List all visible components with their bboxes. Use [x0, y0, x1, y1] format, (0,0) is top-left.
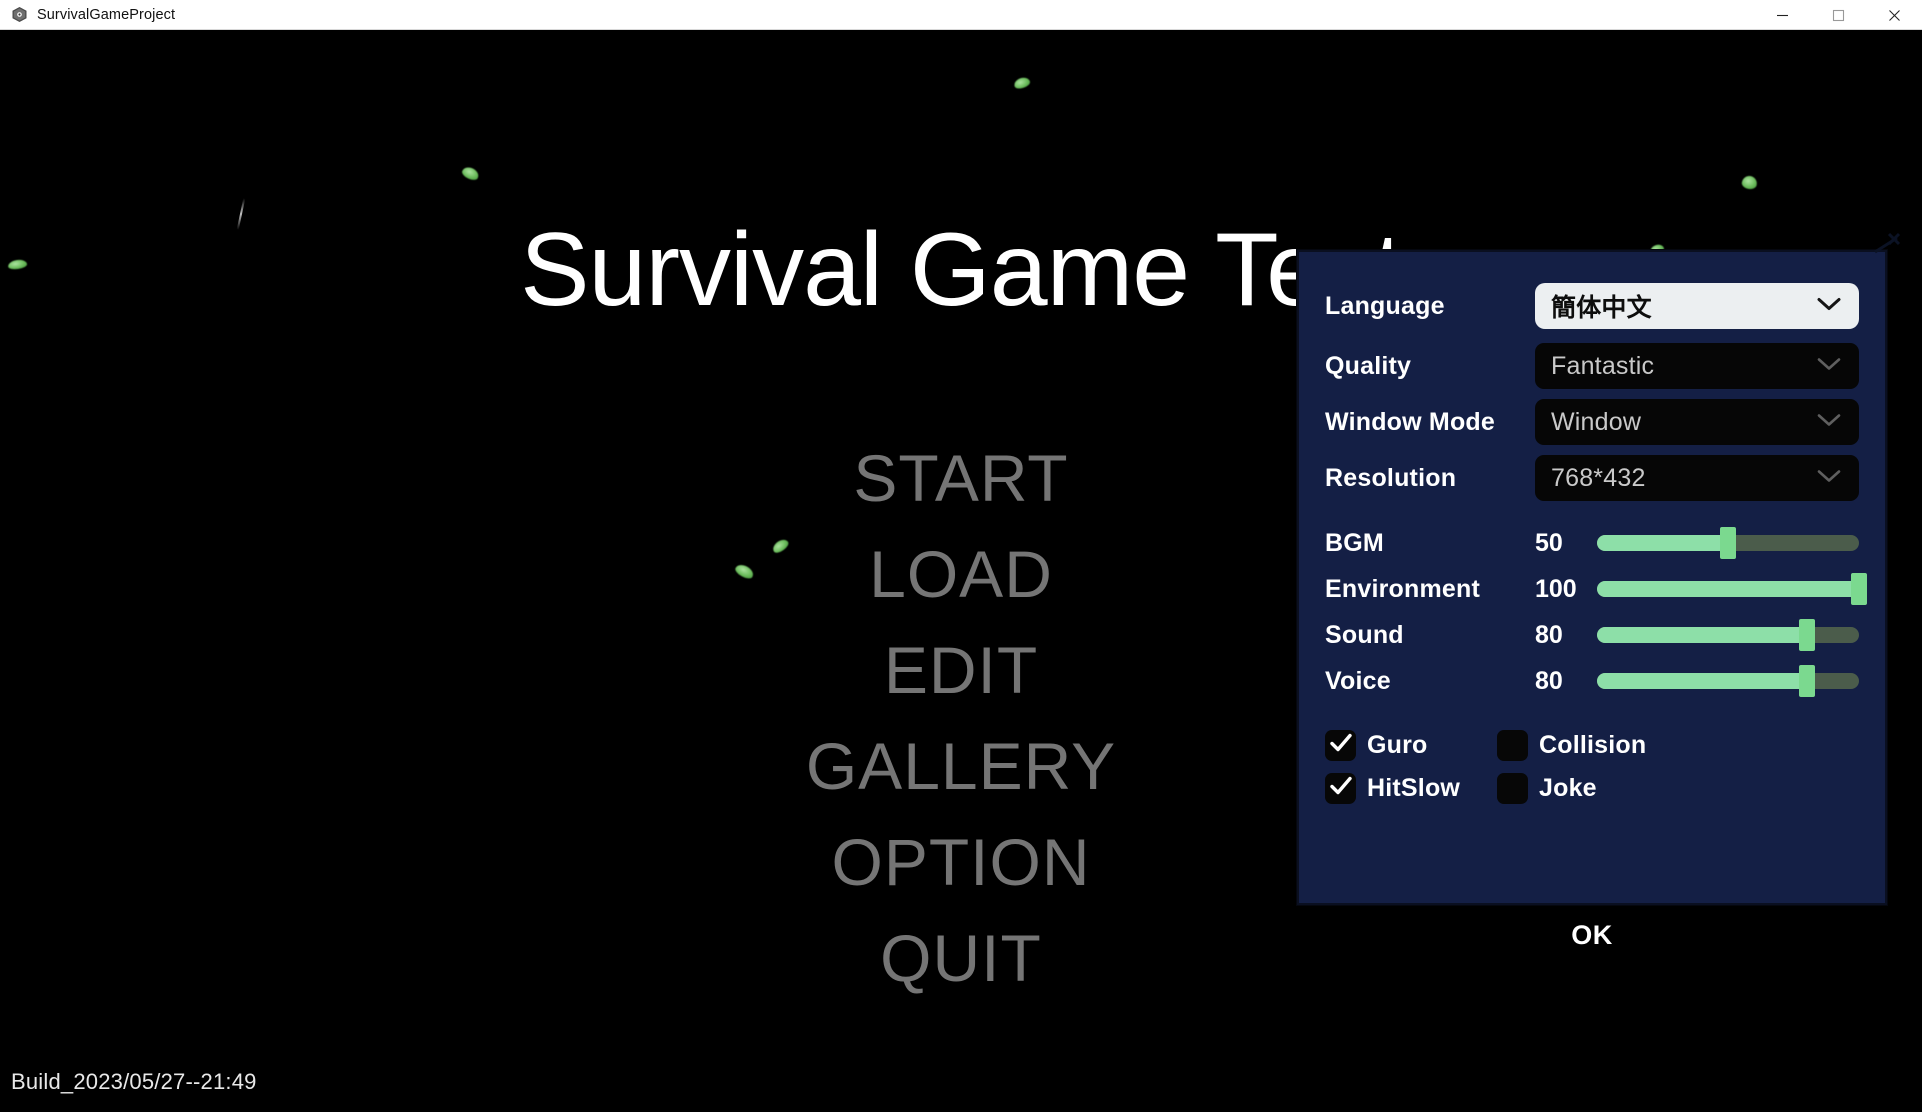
app-cube-icon	[11, 6, 28, 23]
sound-slider-handle[interactable]	[1798, 619, 1815, 651]
language-dropdown[interactable]: 簡体中文	[1535, 283, 1859, 329]
window-titlebar: SurvivalGameProject	[0, 0, 1922, 30]
bgm-label: BGM	[1325, 528, 1384, 557]
minimize-icon[interactable]	[1754, 0, 1810, 30]
checkbox-guro-box[interactable]	[1325, 730, 1356, 761]
chevron-down-icon	[1816, 468, 1842, 489]
menu-item-quit[interactable]: QUIT	[880, 910, 1042, 1006]
ok-button[interactable]: OK	[1297, 920, 1887, 951]
checkbox-hitslow[interactable]: HitSlow	[1325, 773, 1497, 804]
settings-row-window-mode: Window Mode Window	[1325, 394, 1859, 450]
menu-item-load[interactable]: LOAD	[869, 526, 1053, 622]
sound-slider-fill	[1597, 627, 1807, 643]
chevron-down-icon	[1816, 412, 1842, 433]
checkbox-collision-box[interactable]	[1497, 730, 1528, 761]
bgm-value: 50	[1535, 528, 1563, 557]
menu-item-edit[interactable]: EDIT	[884, 622, 1038, 718]
resolution-selected-value: 768*432	[1551, 463, 1646, 492]
settings-row-environment: Environment 100	[1325, 566, 1867, 612]
chevron-down-icon	[1816, 296, 1842, 317]
environment-slider[interactable]	[1597, 573, 1867, 605]
check-icon	[1329, 776, 1353, 801]
close-icon[interactable]	[1866, 0, 1922, 30]
checkbox-joke-box[interactable]	[1497, 773, 1528, 804]
application-root: SurvivalGameProject Survival Game Test S…	[0, 0, 1922, 1112]
environment-label: Environment	[1325, 574, 1480, 603]
settings-row-resolution: Resolution 768*432	[1325, 450, 1859, 506]
language-selected-value: 簡体中文	[1551, 294, 1652, 322]
menu-item-option[interactable]: OPTION	[831, 814, 1090, 910]
bgm-slider-handle[interactable]	[1720, 527, 1736, 559]
voice-slider[interactable]	[1597, 665, 1859, 697]
quality-selected-value: Fantastic	[1551, 351, 1655, 380]
sound-value: 80	[1535, 620, 1563, 649]
quality-dropdown[interactable]: Fantastic	[1535, 343, 1859, 389]
chevron-down-icon	[1816, 356, 1842, 377]
settings-slider-group: BGM 50 Environment 100 Sound 80 Voice 80	[1299, 506, 1885, 704]
voice-value: 80	[1535, 666, 1563, 695]
leaf-particle	[460, 164, 481, 183]
checkbox-hitslow-label: HitSlow	[1367, 774, 1461, 802]
window-mode-selected-value: Window	[1551, 407, 1642, 436]
language-label: Language	[1325, 291, 1445, 320]
environment-slider-fill	[1597, 581, 1859, 597]
voice-label: Voice	[1325, 666, 1391, 695]
window-title: SurvivalGameProject	[37, 6, 176, 23]
sound-label: Sound	[1325, 620, 1404, 649]
settings-row-voice: Voice 80	[1325, 658, 1859, 704]
bgm-slider[interactable]	[1597, 527, 1859, 559]
settings-row-quality: Quality Fantastic	[1325, 338, 1859, 394]
leaf-particle	[1012, 75, 1032, 91]
checkbox-joke-label: Joke	[1539, 774, 1597, 802]
settings-row-sound: Sound 80	[1325, 612, 1859, 658]
checkbox-guro-label: Guro	[1367, 731, 1428, 759]
menu-item-gallery[interactable]: GALLERY	[806, 718, 1116, 814]
resolution-label: Resolution	[1325, 463, 1457, 492]
quality-label: Quality	[1325, 351, 1412, 380]
checkbox-guro[interactable]: Guro	[1325, 730, 1497, 761]
environment-value: 100	[1535, 574, 1577, 603]
settings-dropdown-group: Language 簡体中文 Quality Fantastic Window Mode W…	[1299, 252, 1885, 506]
checkbox-collision-label: Collision	[1539, 731, 1647, 759]
checkbox-joke[interactable]: Joke	[1497, 773, 1859, 804]
resolution-dropdown[interactable]: 768*432	[1535, 455, 1859, 501]
bgm-slider-fill	[1597, 535, 1728, 551]
menu-item-start[interactable]: START	[853, 430, 1068, 526]
sound-slider[interactable]	[1597, 619, 1859, 651]
maximize-icon[interactable]	[1810, 0, 1866, 30]
settings-panel: Language 簡体中文 Quality Fantastic Window Mode W…	[1297, 232, 1901, 905]
titlebar-left-group: SurvivalGameProject	[0, 0, 1754, 29]
environment-slider-handle[interactable]	[1851, 573, 1867, 605]
voice-slider-handle[interactable]	[1798, 665, 1815, 697]
settings-row-bgm: BGM 50	[1325, 520, 1859, 566]
voice-slider-fill	[1597, 673, 1807, 689]
settings-checkbox-group: Guro Collision HitSlow Joke	[1299, 704, 1885, 804]
checkbox-collision[interactable]: Collision	[1497, 730, 1859, 761]
window-controls	[1754, 0, 1922, 29]
leaf-particle	[1740, 174, 1759, 191]
settings-row-language: Language 簡体中文	[1325, 274, 1859, 338]
build-version-text: Build_2023/05/27--21:49	[11, 1069, 257, 1094]
check-icon	[1329, 733, 1353, 758]
window-mode-label: Window Mode	[1325, 407, 1495, 436]
checkbox-hitslow-box[interactable]	[1325, 773, 1356, 804]
window-mode-dropdown[interactable]: Window	[1535, 399, 1859, 445]
